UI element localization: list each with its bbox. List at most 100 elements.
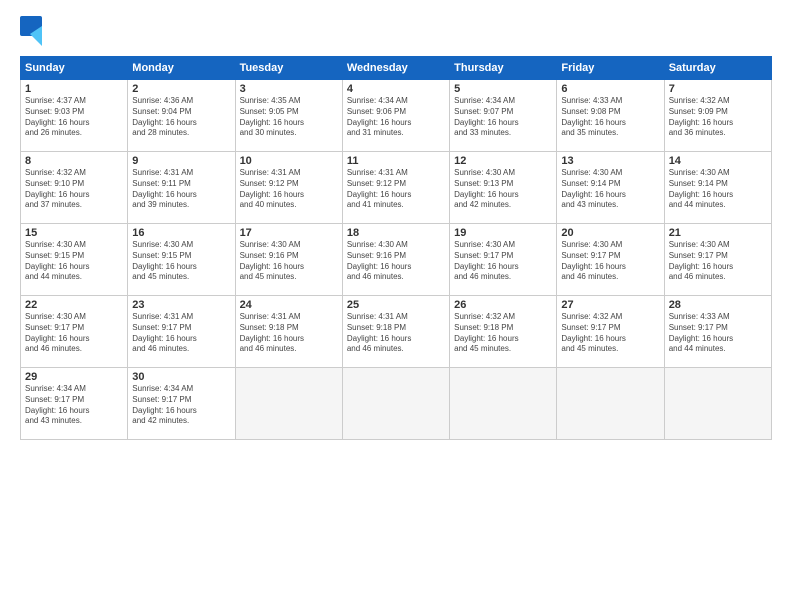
calendar-day-cell: 23Sunrise: 4:31 AM Sunset: 9:17 PM Dayli…	[128, 296, 235, 368]
calendar-day-cell: 27Sunrise: 4:32 AM Sunset: 9:17 PM Dayli…	[557, 296, 664, 368]
day-number: 29	[25, 371, 123, 383]
day-number: 25	[347, 299, 445, 311]
calendar-day-cell: 9Sunrise: 4:31 AM Sunset: 9:11 PM Daylig…	[128, 152, 235, 224]
day-info: Sunrise: 4:30 AM Sunset: 9:15 PM Dayligh…	[132, 240, 230, 283]
calendar-day-cell: 28Sunrise: 4:33 AM Sunset: 9:17 PM Dayli…	[664, 296, 771, 368]
day-info: Sunrise: 4:32 AM Sunset: 9:17 PM Dayligh…	[561, 312, 659, 355]
day-number: 24	[240, 299, 338, 311]
calendar-day-cell: 10Sunrise: 4:31 AM Sunset: 9:12 PM Dayli…	[235, 152, 342, 224]
day-info: Sunrise: 4:31 AM Sunset: 9:18 PM Dayligh…	[240, 312, 338, 355]
day-info: Sunrise: 4:34 AM Sunset: 9:07 PM Dayligh…	[454, 96, 552, 139]
day-info: Sunrise: 4:36 AM Sunset: 9:04 PM Dayligh…	[132, 96, 230, 139]
day-number: 11	[347, 155, 445, 167]
logo	[20, 16, 42, 46]
day-number: 20	[561, 227, 659, 239]
calendar-day-cell: 29Sunrise: 4:34 AM Sunset: 9:17 PM Dayli…	[21, 368, 128, 440]
day-number: 15	[25, 227, 123, 239]
day-info: Sunrise: 4:30 AM Sunset: 9:14 PM Dayligh…	[561, 168, 659, 211]
calendar-day-cell	[557, 368, 664, 440]
day-info: Sunrise: 4:31 AM Sunset: 9:12 PM Dayligh…	[347, 168, 445, 211]
day-number: 9	[132, 155, 230, 167]
calendar-day-cell: 22Sunrise: 4:30 AM Sunset: 9:17 PM Dayli…	[21, 296, 128, 368]
day-info: Sunrise: 4:30 AM Sunset: 9:13 PM Dayligh…	[454, 168, 552, 211]
calendar-week-row: 29Sunrise: 4:34 AM Sunset: 9:17 PM Dayli…	[21, 368, 772, 440]
day-info: Sunrise: 4:32 AM Sunset: 9:10 PM Dayligh…	[25, 168, 123, 211]
day-number: 1	[25, 83, 123, 95]
calendar-day-cell	[235, 368, 342, 440]
weekday-header-row: SundayMondayTuesdayWednesdayThursdayFrid…	[21, 57, 772, 80]
day-info: Sunrise: 4:30 AM Sunset: 9:17 PM Dayligh…	[669, 240, 767, 283]
day-info: Sunrise: 4:32 AM Sunset: 9:18 PM Dayligh…	[454, 312, 552, 355]
day-number: 14	[669, 155, 767, 167]
weekday-header-saturday: Saturday	[664, 57, 771, 80]
calendar-week-row: 15Sunrise: 4:30 AM Sunset: 9:15 PM Dayli…	[21, 224, 772, 296]
calendar-day-cell: 2Sunrise: 4:36 AM Sunset: 9:04 PM Daylig…	[128, 80, 235, 152]
calendar-day-cell: 26Sunrise: 4:32 AM Sunset: 9:18 PM Dayli…	[450, 296, 557, 368]
weekday-header-wednesday: Wednesday	[342, 57, 449, 80]
day-info: Sunrise: 4:30 AM Sunset: 9:17 PM Dayligh…	[454, 240, 552, 283]
day-info: Sunrise: 4:31 AM Sunset: 9:17 PM Dayligh…	[132, 312, 230, 355]
calendar-day-cell: 5Sunrise: 4:34 AM Sunset: 9:07 PM Daylig…	[450, 80, 557, 152]
calendar-day-cell: 21Sunrise: 4:30 AM Sunset: 9:17 PM Dayli…	[664, 224, 771, 296]
day-info: Sunrise: 4:31 AM Sunset: 9:12 PM Dayligh…	[240, 168, 338, 211]
day-number: 21	[669, 227, 767, 239]
day-number: 22	[25, 299, 123, 311]
calendar-week-row: 22Sunrise: 4:30 AM Sunset: 9:17 PM Dayli…	[21, 296, 772, 368]
day-info: Sunrise: 4:31 AM Sunset: 9:18 PM Dayligh…	[347, 312, 445, 355]
day-info: Sunrise: 4:30 AM Sunset: 9:17 PM Dayligh…	[25, 312, 123, 355]
day-info: Sunrise: 4:31 AM Sunset: 9:11 PM Dayligh…	[132, 168, 230, 211]
day-info: Sunrise: 4:30 AM Sunset: 9:17 PM Dayligh…	[561, 240, 659, 283]
calendar-day-cell: 8Sunrise: 4:32 AM Sunset: 9:10 PM Daylig…	[21, 152, 128, 224]
calendar-day-cell: 25Sunrise: 4:31 AM Sunset: 9:18 PM Dayli…	[342, 296, 449, 368]
weekday-header-monday: Monday	[128, 57, 235, 80]
calendar-day-cell: 20Sunrise: 4:30 AM Sunset: 9:17 PM Dayli…	[557, 224, 664, 296]
calendar-day-cell	[450, 368, 557, 440]
day-number: 13	[561, 155, 659, 167]
day-number: 23	[132, 299, 230, 311]
calendar-day-cell: 24Sunrise: 4:31 AM Sunset: 9:18 PM Dayli…	[235, 296, 342, 368]
day-number: 30	[132, 371, 230, 383]
logo-icon	[20, 16, 42, 46]
calendar-week-row: 8Sunrise: 4:32 AM Sunset: 9:10 PM Daylig…	[21, 152, 772, 224]
day-info: Sunrise: 4:30 AM Sunset: 9:16 PM Dayligh…	[240, 240, 338, 283]
day-info: Sunrise: 4:32 AM Sunset: 9:09 PM Dayligh…	[669, 96, 767, 139]
day-number: 2	[132, 83, 230, 95]
calendar-day-cell: 17Sunrise: 4:30 AM Sunset: 9:16 PM Dayli…	[235, 224, 342, 296]
day-number: 3	[240, 83, 338, 95]
day-info: Sunrise: 4:34 AM Sunset: 9:17 PM Dayligh…	[25, 384, 123, 427]
day-number: 5	[454, 83, 552, 95]
day-number: 6	[561, 83, 659, 95]
day-info: Sunrise: 4:34 AM Sunset: 9:17 PM Dayligh…	[132, 384, 230, 427]
day-number: 28	[669, 299, 767, 311]
day-info: Sunrise: 4:30 AM Sunset: 9:16 PM Dayligh…	[347, 240, 445, 283]
day-number: 17	[240, 227, 338, 239]
day-info: Sunrise: 4:30 AM Sunset: 9:15 PM Dayligh…	[25, 240, 123, 283]
calendar-day-cell: 7Sunrise: 4:32 AM Sunset: 9:09 PM Daylig…	[664, 80, 771, 152]
calendar-day-cell: 6Sunrise: 4:33 AM Sunset: 9:08 PM Daylig…	[557, 80, 664, 152]
calendar-day-cell: 3Sunrise: 4:35 AM Sunset: 9:05 PM Daylig…	[235, 80, 342, 152]
calendar-day-cell: 14Sunrise: 4:30 AM Sunset: 9:14 PM Dayli…	[664, 152, 771, 224]
day-number: 7	[669, 83, 767, 95]
calendar-day-cell: 19Sunrise: 4:30 AM Sunset: 9:17 PM Dayli…	[450, 224, 557, 296]
day-number: 19	[454, 227, 552, 239]
day-number: 27	[561, 299, 659, 311]
day-info: Sunrise: 4:35 AM Sunset: 9:05 PM Dayligh…	[240, 96, 338, 139]
calendar-day-cell: 30Sunrise: 4:34 AM Sunset: 9:17 PM Dayli…	[128, 368, 235, 440]
page-header	[20, 16, 772, 46]
calendar-day-cell: 15Sunrise: 4:30 AM Sunset: 9:15 PM Dayli…	[21, 224, 128, 296]
day-number: 16	[132, 227, 230, 239]
weekday-header-friday: Friday	[557, 57, 664, 80]
weekday-header-sunday: Sunday	[21, 57, 128, 80]
day-info: Sunrise: 4:33 AM Sunset: 9:08 PM Dayligh…	[561, 96, 659, 139]
day-number: 8	[25, 155, 123, 167]
calendar-day-cell	[342, 368, 449, 440]
day-number: 10	[240, 155, 338, 167]
calendar-day-cell: 11Sunrise: 4:31 AM Sunset: 9:12 PM Dayli…	[342, 152, 449, 224]
calendar-day-cell: 1Sunrise: 4:37 AM Sunset: 9:03 PM Daylig…	[21, 80, 128, 152]
calendar-day-cell: 18Sunrise: 4:30 AM Sunset: 9:16 PM Dayli…	[342, 224, 449, 296]
calendar-table: SundayMondayTuesdayWednesdayThursdayFrid…	[20, 56, 772, 440]
day-number: 26	[454, 299, 552, 311]
day-info: Sunrise: 4:30 AM Sunset: 9:14 PM Dayligh…	[669, 168, 767, 211]
day-info: Sunrise: 4:37 AM Sunset: 9:03 PM Dayligh…	[25, 96, 123, 139]
calendar-day-cell: 16Sunrise: 4:30 AM Sunset: 9:15 PM Dayli…	[128, 224, 235, 296]
